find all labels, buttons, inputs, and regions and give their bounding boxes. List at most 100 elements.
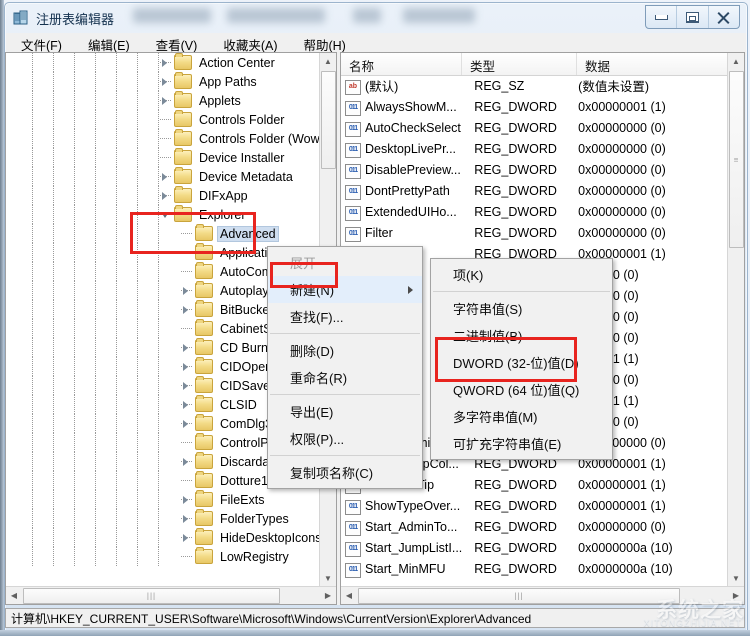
tree-horizontal-scrollbar[interactable]: ◀ ||| ▶ xyxy=(6,586,336,604)
values-scroll-up-button[interactable]: ▲ xyxy=(728,53,744,70)
table-row[interactable]: 011 ShowTypeOver... REG_DWORD 0x00000001 (1… xyxy=(341,495,729,516)
context-menu-item-7[interactable]: 复制项名称(C) xyxy=(268,459,422,486)
table-row[interactable]: 011 Start_AdminTo... REG_DWORD 0x00000000 (… xyxy=(341,516,729,537)
context-menu-item-label: 查找(F)... xyxy=(290,310,344,325)
context-menu-item-3[interactable]: 删除(D) xyxy=(268,337,422,364)
expand-arrow-icon[interactable] xyxy=(179,357,195,376)
tree-node-label: Device Installer xyxy=(199,150,285,165)
table-row[interactable]: ab (默认) REG_SZ (数值未设置) xyxy=(341,75,729,96)
column-header-data[interactable]: 数据 xyxy=(577,53,744,75)
table-row[interactable]: 011 Start_JumpListI... REG_DWORD 0x0000000a… xyxy=(341,537,729,558)
values-hscroll-thumb[interactable]: ||| xyxy=(358,588,680,604)
tree-guide-line xyxy=(137,91,138,110)
submenu-item-4[interactable]: QWORD (64 位)值(Q) xyxy=(431,376,612,403)
expand-arrow-icon[interactable] xyxy=(158,53,174,72)
values-scroll-right-button[interactable]: ▶ xyxy=(728,587,744,604)
maximize-button[interactable] xyxy=(677,6,709,28)
context-menu-item-1[interactable]: 新建(N) xyxy=(268,276,422,303)
tree-scroll-down-button[interactable]: ▼ xyxy=(320,570,336,587)
values-scroll-down-button[interactable]: ▼ xyxy=(728,570,744,587)
tree-hscroll-thumb[interactable]: ||| xyxy=(23,588,280,604)
table-row[interactable]: 011 DisablePreview... REG_DWORD 0x00000000 … xyxy=(341,159,729,180)
tree-guide-line xyxy=(158,376,159,395)
column-header-name[interactable]: 名称 xyxy=(341,53,462,75)
expand-arrow-icon[interactable] xyxy=(179,509,195,528)
expand-arrow-icon[interactable] xyxy=(179,414,195,433)
values-horizontal-scrollbar[interactable]: ◀ ||| ▶ xyxy=(341,586,744,604)
expand-arrow-icon[interactable] xyxy=(179,338,195,357)
tree-node[interactable]: FileExts xyxy=(6,490,321,509)
submenu-item-5[interactable]: 多字符串值(M) xyxy=(431,403,612,430)
context-menu-item-6[interactable]: 权限(P)... xyxy=(268,425,422,452)
values-vscroll-thumb[interactable]: ≡ xyxy=(729,71,744,248)
cell-name: Start_AdminTo... xyxy=(365,519,458,534)
expand-arrow-icon[interactable] xyxy=(158,91,174,110)
submenu-item-2[interactable]: 二进制值(B) xyxy=(431,322,612,349)
table-row[interactable]: 011 AlwaysShowM... REG_DWORD 0x00000001 (1) xyxy=(341,96,729,117)
table-row[interactable]: 011 DesktopLivePr... REG_DWORD 0x00000000 (… xyxy=(341,138,729,159)
tree-node[interactable]: Controls Folder xyxy=(6,110,321,129)
values-vertical-scrollbar[interactable]: ▲ ≡ ▼ xyxy=(727,53,744,587)
expand-arrow-icon[interactable] xyxy=(179,281,195,300)
menu-separator xyxy=(270,455,420,456)
tree-node[interactable]: Device Installer xyxy=(6,148,321,167)
collapse-arrow-icon[interactable] xyxy=(158,205,174,224)
tree-node[interactable]: App Paths xyxy=(6,72,321,91)
expand-arrow-icon[interactable] xyxy=(158,167,174,186)
context-menu-item-2[interactable]: 查找(F)... xyxy=(268,303,422,330)
expand-arrow-icon[interactable] xyxy=(158,186,174,205)
tree-guide-line xyxy=(95,167,96,186)
minimize-button[interactable] xyxy=(646,6,678,28)
values-scroll-left-button[interactable]: ◀ xyxy=(341,587,357,604)
folder-icon xyxy=(174,205,192,222)
value-type-glyph: 011 xyxy=(345,100,361,116)
tree-guide-line xyxy=(53,376,54,395)
folder-icon xyxy=(195,376,213,393)
column-header-type[interactable]: 类型 xyxy=(462,53,577,75)
new-submenu[interactable]: 项(K) 字符串值(S) 二进制值(B) DWORD (32-位)值(D) QWORD … xyxy=(430,258,613,460)
tree-node[interactable]: Applets xyxy=(6,91,321,110)
tree-scroll-up-button[interactable]: ▲ xyxy=(320,53,336,70)
table-row[interactable]: 011 DontPrettyPath REG_DWORD 0x00000000 (0) xyxy=(341,180,729,201)
tree-node[interactable]: Device Metadata xyxy=(6,167,321,186)
tree-guide-line xyxy=(95,395,96,414)
tree-node[interactable]: FolderTypes xyxy=(6,509,321,528)
table-row[interactable]: 011 AutoCheckSelect REG_DWORD 0x00000000 (0… xyxy=(341,117,729,138)
table-row[interactable]: 011 Filter REG_DWORD 0x00000000 (0) xyxy=(341,222,729,243)
expand-arrow-icon[interactable] xyxy=(179,452,195,471)
table-row[interactable]: 011 Start_MinMFU REG_DWORD 0x0000000a (10) xyxy=(341,558,729,579)
submenu-item-3[interactable]: DWORD (32-位)值(D) xyxy=(431,349,612,376)
expand-arrow-icon[interactable] xyxy=(158,72,174,91)
tree-node[interactable]: Action Center xyxy=(6,53,321,72)
expand-arrow-icon[interactable] xyxy=(179,376,195,395)
expand-arrow-icon[interactable] xyxy=(179,300,195,319)
table-row[interactable]: 011 ExtendedUIHo... REG_DWORD 0x00000000 (0… xyxy=(341,201,729,222)
tree-scroll-left-button[interactable]: ◀ xyxy=(6,587,22,604)
tree-node[interactable]: Advanced xyxy=(6,224,321,243)
tree-guide-line xyxy=(53,224,54,243)
dword-value-icon: 011 xyxy=(341,539,365,557)
tree-node[interactable]: Explorer xyxy=(6,205,321,224)
tree-node-label: App Paths xyxy=(199,74,257,89)
expand-arrow-icon[interactable] xyxy=(179,395,195,414)
tree-vscroll-thumb[interactable] xyxy=(321,71,336,169)
close-button[interactable] xyxy=(709,6,739,28)
cell-name: ShowTypeOver... xyxy=(365,498,461,513)
expand-arrow-icon[interactable] xyxy=(179,490,195,509)
context-menu-item-label: 删除(D) xyxy=(290,344,335,359)
expand-arrow-icon[interactable] xyxy=(179,528,195,547)
tree-guide-line xyxy=(74,148,75,167)
tree-node[interactable]: Controls Folder (Wow64) xyxy=(6,129,321,148)
context-menu-item-5[interactable]: 导出(E) xyxy=(268,398,422,425)
tree-node[interactable]: LowRegistry xyxy=(6,547,321,566)
submenu-item-6[interactable]: 可扩充字符串值(E) xyxy=(431,430,612,457)
tree-scroll-right-button[interactable]: ▶ xyxy=(320,587,336,604)
tree-node[interactable]: HideDesktopIcons xyxy=(6,528,321,547)
submenu-item-1[interactable]: 字符串值(S) xyxy=(431,295,612,322)
context-menu-item-4[interactable]: 重命名(R) xyxy=(268,364,422,391)
tree-node[interactable]: DIFxApp xyxy=(6,186,321,205)
submenu-item-0[interactable]: 项(K) xyxy=(431,261,612,288)
tree-context-menu[interactable]: 展开 新建(N) 查找(F)... 删除(D) 重命名(R) 导出(E) 权限(P)... 复… xyxy=(267,246,423,489)
